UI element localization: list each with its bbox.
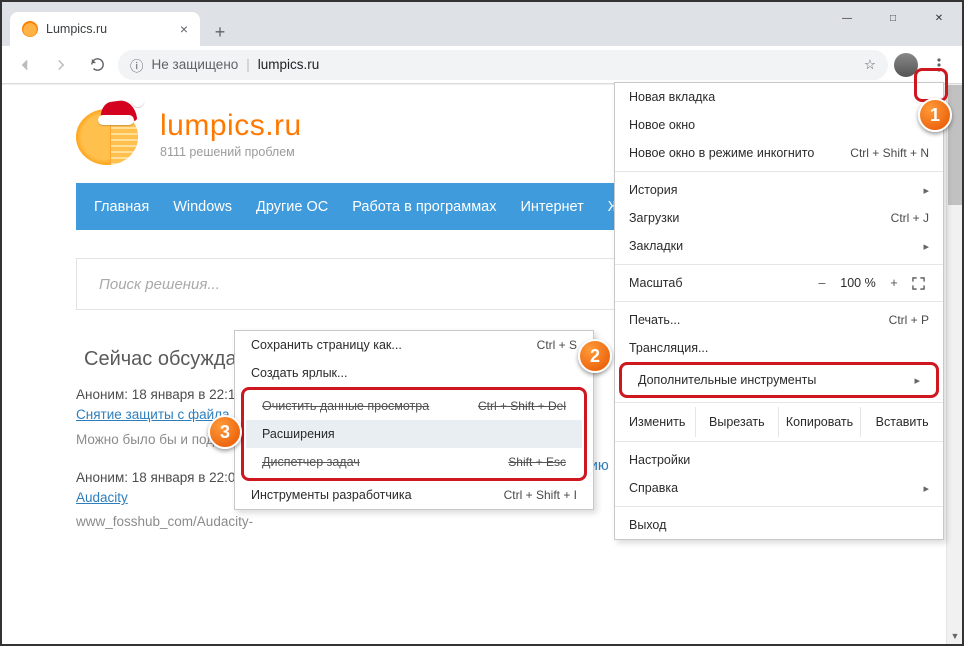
forward-button[interactable] [46,50,76,80]
separator: | [246,57,250,72]
chevron-right-icon: ▸ [923,240,929,253]
submenu-clear-data[interactable]: Очистить данные просмотраCtrl + Shift + … [246,392,582,420]
menu-divider [615,402,943,403]
fullscreen-icon[interactable] [907,277,929,290]
submenu-devtools[interactable]: Инструменты разработчикаCtrl + Shift + I [235,481,593,509]
maximize-button[interactable]: □ [870,2,916,34]
nav-windows[interactable]: Windows [173,199,232,215]
site-title: lumpics.ru [160,109,302,143]
comment-link[interactable]: Audacity [76,490,128,505]
browser-tab[interactable]: Lumpics.ru × [10,12,200,46]
browser-toolbar: ⓘ Не защищено | lumpics.ru ☆ [2,46,962,84]
step-badge-2: 2 [578,339,612,373]
menu-exit[interactable]: Выход [615,511,943,539]
step-badge-3: 3 [208,415,242,449]
favicon-icon [22,21,38,37]
submenu-extensions[interactable]: Расширения [246,420,582,448]
menu-divider [615,264,943,265]
search-placeholder: Поиск решения... [99,276,220,293]
submenu-task-manager[interactable]: Диспетчер задачShift + Esc [246,448,582,476]
security-label: Не защищено [152,57,239,72]
menu-help[interactable]: Справка▸ [615,474,943,502]
zoom-value: 100 % [835,276,881,290]
window-controls: — □ ✕ [824,2,962,34]
nav-home[interactable]: Главная [94,199,149,215]
edit-label: Изменить [615,415,695,429]
menu-new-tab[interactable]: Новая вкладка [615,83,943,111]
scroll-down-icon[interactable]: ▼ [947,628,962,644]
reload-button[interactable] [82,50,112,80]
edit-copy[interactable]: Копировать [778,407,861,437]
menu-incognito[interactable]: Новое окно в режиме инкогнитоCtrl + Shif… [615,139,943,167]
highlight-more-tools: Дополнительные инструменты▸ [619,362,939,398]
close-window-button[interactable]: ✕ [916,2,962,34]
submenu-save-page[interactable]: Сохранить страницу как...Ctrl + S [235,331,593,359]
zoom-label: Масштаб [629,276,682,290]
tab-strip: Lumpics.ru × + [2,2,824,46]
vertical-scrollbar[interactable]: ▲ ▼ [946,85,962,644]
menu-divider [615,171,943,172]
edit-cut[interactable]: Вырезать [695,407,778,437]
menu-downloads[interactable]: ЗагрузкиCtrl + J [615,204,943,232]
menu-history[interactable]: История▸ [615,176,943,204]
nav-other-os[interactable]: Другие ОС [256,199,328,215]
menu-bookmarks[interactable]: Закладки▸ [615,232,943,260]
scrollbar-thumb[interactable] [948,85,962,205]
highlight-extensions: Очистить данные просмотраCtrl + Shift + … [241,387,587,481]
nav-internet[interactable]: Интернет [521,199,584,215]
chevron-right-icon: ▸ [923,184,929,197]
nav-programs[interactable]: Работа в программах [352,199,496,215]
info-icon: ⓘ [130,55,144,75]
url-text: lumpics.ru [258,57,320,72]
menu-more-tools[interactable]: Дополнительные инструменты▸ [624,367,934,393]
tab-close-icon[interactable]: × [180,21,188,37]
submenu-create-shortcut[interactable]: Создать ярлык... [235,359,593,387]
minimize-button[interactable]: — [824,2,870,34]
window-titlebar: Lumpics.ru × + — □ ✕ [2,2,962,46]
chevron-right-icon: ▸ [923,482,929,495]
new-tab-button[interactable]: + [206,18,234,46]
menu-zoom: Масштаб – 100 % + [615,269,943,297]
menu-new-window[interactable]: Новое окно [615,111,943,139]
menu-divider [615,301,943,302]
chevron-right-icon: ▸ [914,374,920,387]
menu-divider [615,441,943,442]
more-tools-submenu: Сохранить страницу как...Ctrl + S Создат… [234,330,594,510]
tab-title: Lumpics.ru [46,22,107,36]
menu-edit-row: Изменить Вырезать Копировать Вставить [615,407,943,437]
zoom-out-button[interactable]: – [809,276,835,290]
back-button[interactable] [10,50,40,80]
menu-divider [615,506,943,507]
step-badge-1: 1 [918,98,952,132]
menu-print[interactable]: Печать...Ctrl + P [615,306,943,334]
profile-avatar[interactable] [894,53,918,77]
chrome-main-menu: Новая вкладка Новое окно Новое окно в ре… [614,82,944,540]
bookmark-star-icon[interactable]: ☆ [864,57,876,73]
address-bar[interactable]: ⓘ Не защищено | lumpics.ru ☆ [118,50,888,80]
site-logo-icon[interactable] [76,103,146,165]
comment-body: www_fosshub_com/Audacity- [76,512,356,532]
menu-cast[interactable]: Трансляция... [615,334,943,362]
zoom-in-button[interactable]: + [881,276,907,290]
edit-paste[interactable]: Вставить [860,407,943,437]
chrome-menu-button[interactable] [924,50,954,80]
site-subtitle: 8111 решений проблем [160,145,302,159]
menu-settings[interactable]: Настройки [615,446,943,474]
